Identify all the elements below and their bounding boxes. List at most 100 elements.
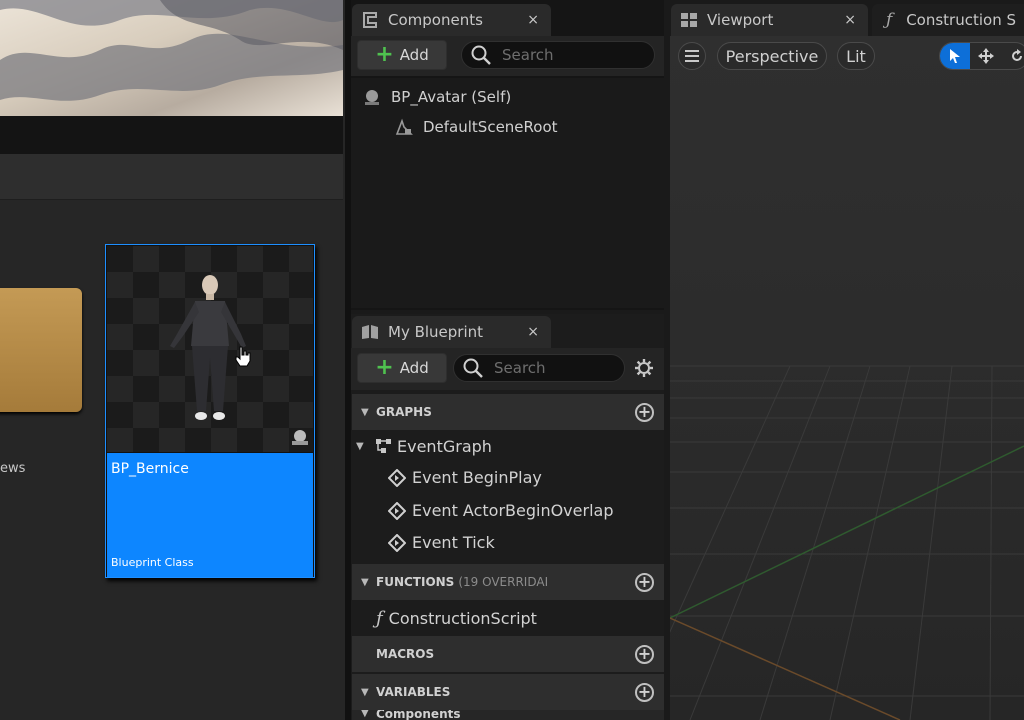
- section-functions[interactable]: ▼ FUNCTIONS (19 OVERRIDAI +: [352, 564, 664, 600]
- section-variables[interactable]: ▼ VARIABLES +: [352, 674, 664, 710]
- tab-components-label: Components: [388, 11, 483, 29]
- folder-tile[interactable]: [0, 288, 82, 412]
- close-icon[interactable]: ×: [523, 12, 543, 28]
- lit-button[interactable]: Lit: [837, 42, 875, 70]
- browser-toolbar: [0, 154, 343, 200]
- section-graphs[interactable]: ▼ GRAPHS +: [352, 394, 664, 430]
- event-diamond-icon: [388, 468, 406, 487]
- tab-construction-label: Construction S: [906, 11, 1016, 29]
- viewport-menu-button[interactable]: [678, 42, 706, 70]
- event-item-beginplay[interactable]: Event BeginPlay: [388, 468, 542, 487]
- character-figure-icon: [170, 275, 246, 420]
- search-placeholder: Search: [502, 46, 554, 64]
- tree-item-label: DefaultSceneRoot: [423, 118, 558, 136]
- chevron-down-icon: ▼: [361, 710, 369, 719]
- my-blueprint-search-input[interactable]: Search: [453, 354, 625, 382]
- close-icon[interactable]: ×: [840, 12, 860, 28]
- chevron-down-icon: ▼: [361, 406, 369, 418]
- function-label: ConstructionScript: [388, 609, 537, 628]
- event-item-actorbeginoverlap[interactable]: Event ActorBeginOverlap: [388, 501, 613, 520]
- gear-icon[interactable]: [634, 358, 654, 378]
- perspective-button[interactable]: Perspective: [717, 42, 827, 70]
- tab-components[interactable]: Components ×: [352, 4, 551, 36]
- add-function-icon[interactable]: +: [635, 573, 654, 592]
- chevron-down-icon: ▼: [361, 576, 369, 588]
- section-title: FUNCTIONS: [376, 575, 455, 589]
- move-tool-button[interactable]: [971, 43, 1001, 69]
- components-search-input[interactable]: Search: [461, 41, 655, 69]
- cursor-arrow-icon: [950, 49, 960, 63]
- plus-icon: +: [375, 42, 394, 67]
- event-label: Event BeginPlay: [412, 468, 542, 487]
- chevron-down-icon: ▼: [361, 686, 369, 698]
- asset-tile-bp-bernice[interactable]: BP_Bernice Blueprint Class: [105, 244, 315, 578]
- event-graph-item[interactable]: ▼ EventGraph: [356, 436, 492, 456]
- asset-thumbnail: [107, 246, 313, 452]
- tab-viewport-label: Viewport: [707, 11, 774, 29]
- add-label: Add: [399, 359, 429, 377]
- section-macros[interactable]: MACROS +: [352, 636, 664, 672]
- blueprint-badge-icon: [292, 430, 308, 445]
- search-icon: [471, 45, 491, 65]
- add-blueprint-item-button[interactable]: + Add: [357, 353, 447, 383]
- book-icon: [360, 322, 380, 342]
- event-label: Event Tick: [412, 533, 495, 552]
- transform-tools: [939, 42, 1024, 70]
- section-title: Components: [376, 710, 461, 720]
- add-macro-icon[interactable]: +: [635, 645, 654, 664]
- viewport-canvas[interactable]: [670, 36, 1024, 720]
- event-graph-label: EventGraph: [397, 436, 492, 456]
- my-blueprint-toolbar: + Add Search: [351, 348, 664, 390]
- event-diamond-icon: [388, 533, 406, 552]
- function-icon: ƒ: [376, 608, 383, 629]
- section-title: MACROS: [376, 647, 435, 661]
- section-title: VARIABLES: [376, 685, 451, 699]
- tree-item-self[interactable]: BP_Avatar (Self): [361, 86, 511, 108]
- tree-item-defaultsceneroot[interactable]: DefaultSceneRoot: [393, 116, 558, 138]
- lit-label: Lit: [846, 46, 866, 66]
- scene-root-icon: [393, 116, 415, 138]
- section-components-vars[interactable]: ▼ Components: [352, 710, 664, 720]
- perspective-label: Perspective: [725, 46, 819, 66]
- section-title: GRAPHS: [376, 405, 432, 419]
- function-item-constructionscript[interactable]: ƒ ConstructionScript: [376, 608, 537, 629]
- actor-sphere-icon: [361, 86, 383, 108]
- tab-my-blueprint-label: My Blueprint: [388, 323, 484, 341]
- rotate-icon: [1012, 49, 1022, 61]
- browser-header-bar: [0, 116, 343, 154]
- asset-name: BP_Bernice: [111, 461, 189, 477]
- function-icon: ƒ: [885, 10, 893, 30]
- tab-construction-script[interactable]: ƒ Construction S: [872, 4, 1024, 36]
- viewport-grid: [670, 36, 1024, 720]
- section-subtitle: (19 OVERRIDAI: [458, 575, 549, 589]
- move-icon: [978, 48, 994, 64]
- folder-label: ews: [0, 461, 26, 476]
- event-item-tick[interactable]: Event Tick: [388, 533, 495, 552]
- search-placeholder: Search: [494, 359, 546, 377]
- landscape-preview-image: [0, 0, 343, 116]
- hand-cursor-icon: [235, 346, 251, 367]
- event-label: Event ActorBeginOverlap: [412, 501, 614, 520]
- hamburger-icon: [685, 50, 699, 62]
- add-graph-icon[interactable]: +: [635, 403, 654, 422]
- add-variable-icon[interactable]: +: [635, 683, 654, 702]
- tree-item-label: BP_Avatar (Self): [391, 88, 512, 106]
- select-tool-button[interactable]: [940, 43, 970, 69]
- plus-icon: +: [375, 355, 394, 380]
- close-icon[interactable]: ×: [523, 324, 543, 340]
- tab-viewport[interactable]: Viewport ×: [671, 4, 868, 36]
- event-diamond-icon: [388, 501, 406, 520]
- chevron-down-icon: ▼: [356, 440, 364, 452]
- components-toolbar: + Add Search: [351, 36, 664, 76]
- viewport-grid-icon: [679, 10, 699, 30]
- components-tree: BP_Avatar (Self) DefaultSceneRoot: [351, 78, 664, 308]
- search-icon: [463, 358, 483, 378]
- components-icon: [360, 10, 380, 30]
- content-browser: ews BP_Bernice Blueprint Class: [0, 0, 345, 720]
- asset-info-panel: BP_Bernice Blueprint Class: [107, 453, 313, 577]
- add-component-button[interactable]: + Add: [357, 40, 447, 70]
- event-graph-icon: [376, 439, 391, 453]
- tab-my-blueprint[interactable]: My Blueprint ×: [352, 316, 551, 348]
- rotate-tool-button[interactable]: [1002, 43, 1024, 69]
- asset-type: Blueprint Class: [111, 556, 194, 569]
